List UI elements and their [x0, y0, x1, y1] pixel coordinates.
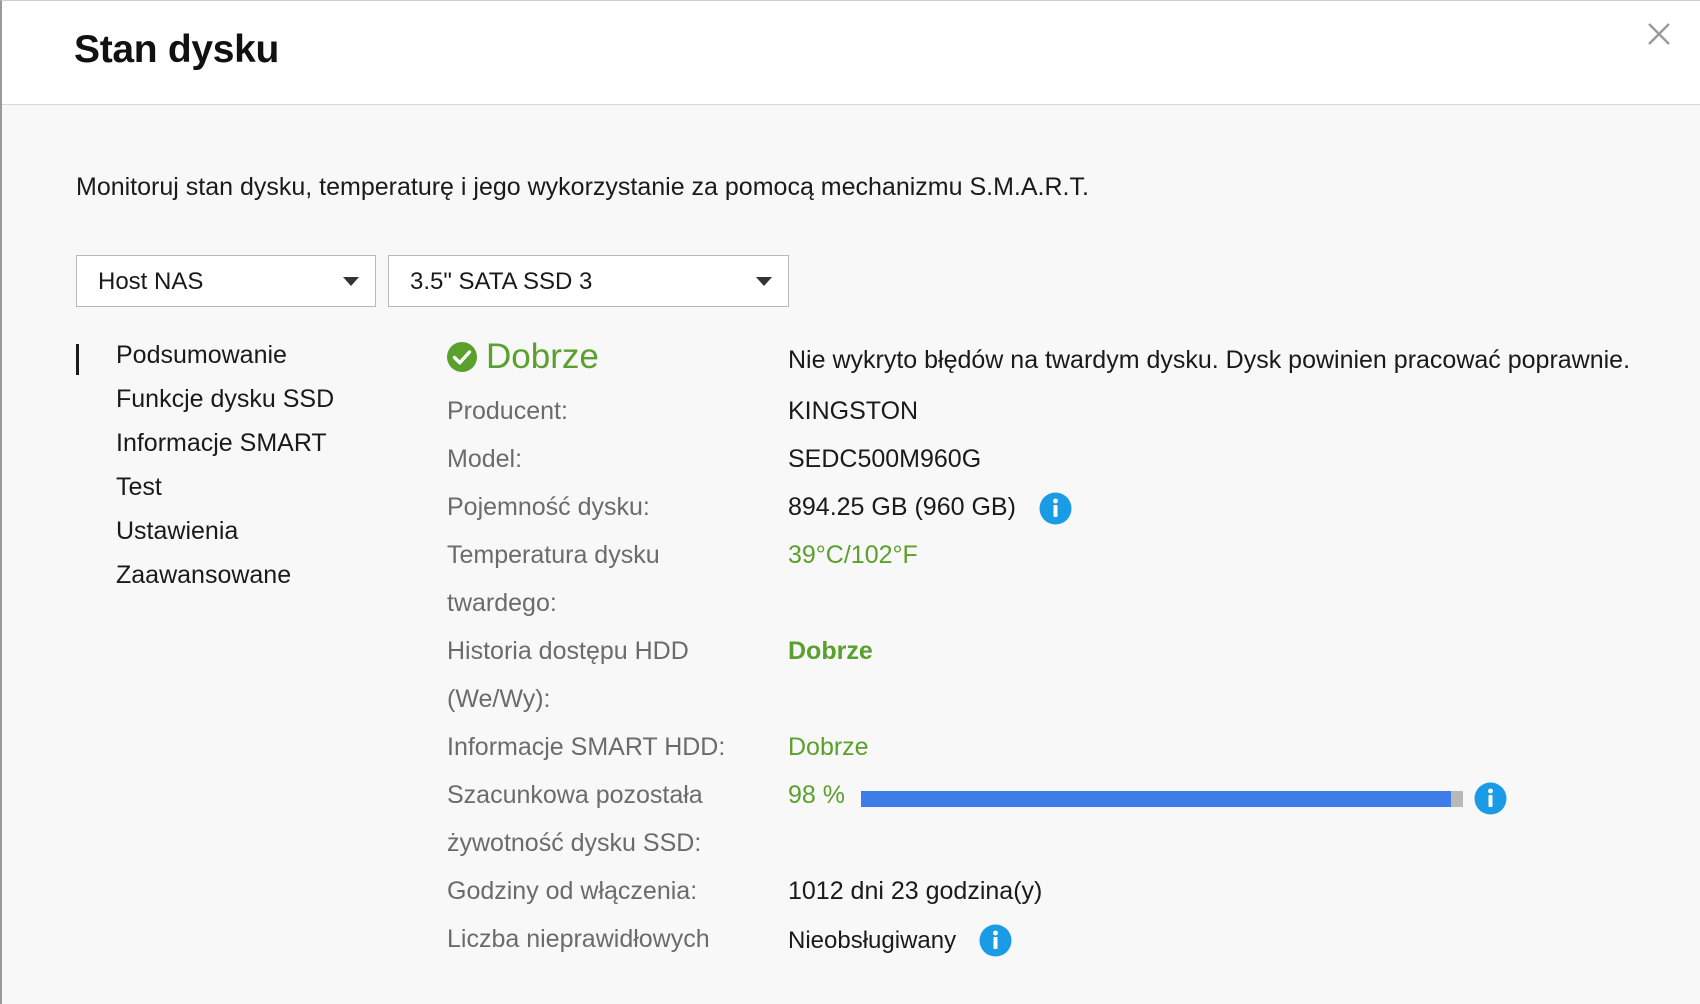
disk-select-value: 3.5" SATA SSD 3: [410, 268, 593, 295]
manufacturer-value: KINGSTON: [788, 397, 919, 425]
access-history-link[interactable]: Dobrze: [788, 637, 873, 666]
nav-item-ssd-features[interactable]: Funkcje dysku SSD: [116, 385, 334, 414]
dialog-title: Stan dysku: [74, 28, 280, 71]
ssd-life-progress-fill: [861, 791, 1451, 807]
nav-item-advanced[interactable]: Zaawansowane: [116, 561, 291, 590]
nav-item-smart-info[interactable]: Informacje SMART: [116, 429, 327, 458]
bad-sectors-label: Liczba nieprawidłowych: [447, 925, 710, 953]
host-select[interactable]: Host NAS: [76, 255, 376, 307]
check-circle-icon: [447, 342, 477, 372]
temperature-label-line1: Temperatura dysku: [447, 541, 660, 569]
health-status: Dobrze: [446, 337, 599, 377]
active-nav-indicator: [76, 344, 79, 375]
smart-value: Dobrze: [788, 733, 869, 761]
power-on-value: 1012 dni 23 godzina(y): [788, 877, 1043, 905]
chevron-down-icon: [756, 277, 772, 286]
disk-health-dialog: Stan dysku Monitoruj stan dysku, tempera…: [0, 0, 1700, 1004]
bad-sectors-value: Nieobsługiwany: [788, 927, 957, 954]
ssd-life-label-line2: żywotność dysku SSD:: [447, 829, 702, 857]
access-history-label-line1: Historia dostępu HDD: [447, 637, 689, 665]
bad-sectors-info-icon[interactable]: [979, 924, 1012, 957]
capacity-info-icon[interactable]: [1039, 492, 1072, 525]
model-value: SEDC500M960G: [788, 445, 982, 473]
ssd-life-progress-bar: [861, 791, 1463, 807]
capacity-value: 894.25 GB (960 GB): [788, 493, 1016, 521]
access-history-label-line2: (We/Wy):: [447, 685, 551, 713]
chevron-down-icon: [343, 277, 359, 286]
model-label: Model:: [447, 445, 523, 473]
temperature-value: 39°C/102°F: [788, 541, 918, 569]
host-select-value: Host NAS: [98, 268, 204, 295]
dialog-header: Stan dysku: [2, 1, 1700, 105]
ssd-life-info-icon[interactable]: [1474, 782, 1507, 815]
dialog-description: Monitoruj stan dysku, temperaturę i jego…: [76, 173, 1089, 201]
capacity-label: Pojemność dysku:: [447, 493, 650, 521]
status-message: Nie wykryto błędów na twardym dysku. Dys…: [788, 346, 1631, 374]
status-text: Dobrze: [486, 337, 599, 376]
power-on-label: Godziny od włączenia:: [447, 877, 698, 905]
close-button[interactable]: [1642, 17, 1676, 51]
temperature-label-line2: twardego:: [447, 589, 557, 617]
close-icon: [1648, 23, 1670, 45]
manufacturer-label: Producent:: [447, 397, 568, 425]
disk-select[interactable]: 3.5" SATA SSD 3: [388, 255, 789, 307]
smart-label: Informacje SMART HDD:: [447, 733, 726, 761]
nav-item-settings[interactable]: Ustawienia: [116, 517, 238, 546]
ssd-life-label-line1: Szacunkowa pozostała: [447, 781, 703, 809]
ssd-life-value: 98 %: [788, 781, 845, 809]
nav-item-test[interactable]: Test: [116, 473, 162, 502]
nav-item-summary[interactable]: Podsumowanie: [116, 341, 287, 370]
